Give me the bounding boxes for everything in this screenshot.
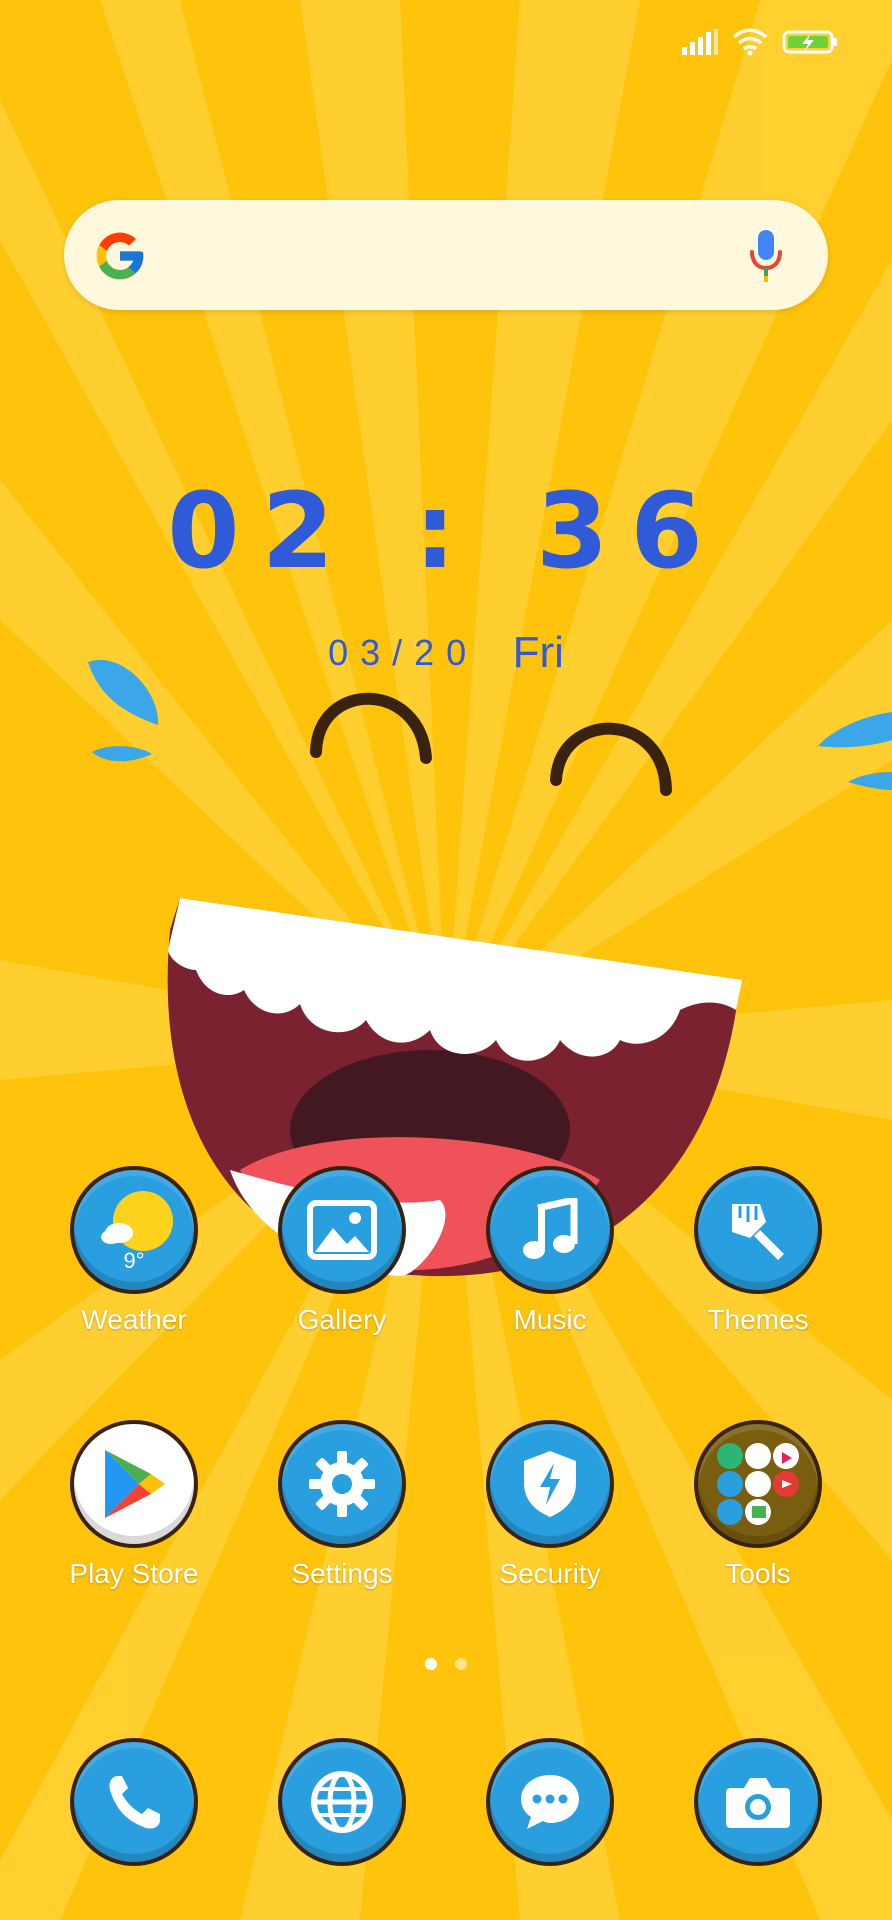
wifi-icon [732,28,768,56]
themes-brush-icon [694,1166,822,1294]
google-search-bar[interactable] [64,200,828,310]
gallery-icon [278,1166,406,1294]
messages-icon [486,1738,614,1866]
google-logo-icon [96,232,144,280]
signal-icon [682,29,718,55]
app-security[interactable]: Security [460,1420,640,1590]
app-play-store[interactable]: Play Store [44,1420,224,1590]
app-label: Music [513,1304,587,1335]
clock-date[interactable]: 03/20 Fri [0,628,892,678]
app-label: Weather [81,1304,187,1335]
gear-icon [278,1420,406,1548]
phone-icon [70,1738,198,1866]
weather-icon: 9° [70,1166,198,1294]
play-store-icon [70,1420,198,1548]
app-weather[interactable]: 9° Weather [44,1166,224,1336]
app-settings[interactable]: Settings [252,1420,432,1590]
status-bar [682,22,840,62]
microphone-icon[interactable] [746,228,786,284]
dock-browser[interactable] [252,1738,432,1866]
app-themes[interactable]: Themes [668,1166,848,1336]
weekday-text: Fri [512,628,564,677]
app-gallery[interactable]: Gallery [252,1166,432,1336]
app-label: Gallery [297,1304,387,1335]
clock-time[interactable]: 02 : 36 [0,470,892,592]
dock-camera[interactable] [668,1738,848,1866]
browser-globe-icon [278,1738,406,1866]
page-dot-1[interactable] [425,1658,437,1670]
camera-icon [694,1738,822,1866]
app-label: Settings [291,1558,393,1589]
date-text: 03/20 [328,632,479,673]
battery-charging-icon [782,30,837,54]
page-dot-2[interactable] [455,1658,467,1670]
app-label: Tools [725,1558,791,1589]
app-label: Security [499,1558,601,1589]
page-indicator[interactable] [0,1658,892,1670]
app-label: Play Store [69,1558,199,1589]
app-music[interactable]: Music [460,1166,640,1336]
dock-messages[interactable] [460,1738,640,1866]
app-tools-folder[interactable]: Tools [668,1420,848,1590]
weather-temp: 9° [123,1248,145,1273]
music-icon [486,1166,614,1294]
app-label: Themes [707,1304,809,1335]
shield-icon [486,1420,614,1548]
dock-phone[interactable] [44,1738,224,1866]
folder-icon [694,1420,822,1548]
